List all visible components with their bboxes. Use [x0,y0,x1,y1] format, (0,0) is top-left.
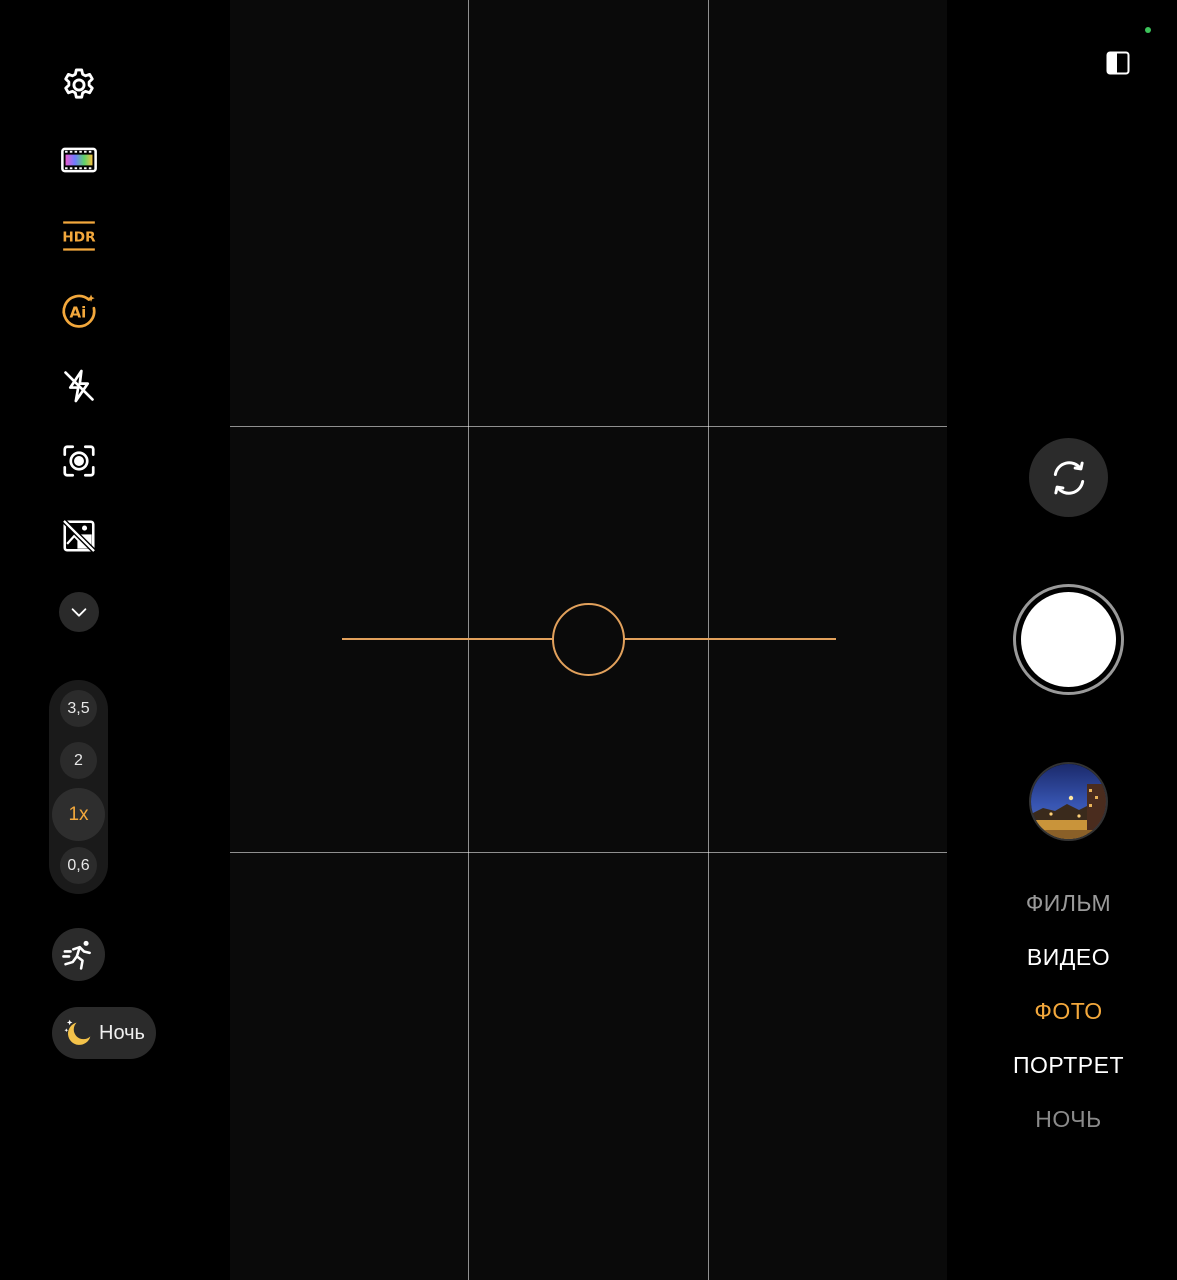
zoom-level-2[interactable]: 2 [60,742,97,779]
mode-portrait[interactable]: ПОРТРЕТ [990,1052,1147,1079]
film-filter-icon[interactable] [54,135,104,185]
level-line-left [342,638,552,640]
mode-film[interactable]: ФИЛЬМ [990,890,1147,917]
running-person-icon[interactable] [52,928,105,981]
shutter-button[interactable] [1013,584,1124,695]
zoom-level-3-5[interactable]: 3,5 [60,690,97,727]
level-line-right [625,638,836,640]
mode-photo[interactable]: ФОТО [990,998,1147,1025]
camera-viewfinder[interactable] [230,0,947,1280]
hdr-label: HDR [62,230,96,246]
split-screen-icon[interactable] [1105,50,1131,76]
ai-scene-icon[interactable]: Ai [54,286,104,336]
hdr-icon[interactable]: HDR [54,211,104,261]
gear-icon[interactable] [54,60,104,110]
grid-line-horizontal [230,852,947,853]
focus-target-icon[interactable] [54,436,104,486]
mode-night[interactable]: НОЧЬ [990,1106,1147,1133]
grid-line-vertical [708,0,709,1280]
zoom-selector: 3,5 2 1x 0,6 [49,680,108,894]
chevron-down-icon[interactable] [59,592,99,632]
zoom-level-1x[interactable]: 1x [52,788,105,841]
grid-line-vertical [468,0,469,1280]
no-sticker-icon[interactable] [54,511,104,561]
grid-line-horizontal [230,426,947,427]
night-mode-chip[interactable]: Ночь [52,1007,156,1059]
shutter-inner [1021,592,1116,687]
gallery-thumbnail[interactable] [1029,762,1108,841]
level-indicator [552,603,625,676]
privacy-indicator [1145,27,1151,33]
flash-off-icon[interactable] [54,361,104,411]
zoom-level-0-6[interactable]: 0,6 [60,847,97,884]
moon-stars-icon [64,1019,91,1045]
camera-flip-icon[interactable] [1029,438,1108,517]
night-chip-label: Ночь [99,1021,145,1044]
mode-video[interactable]: ВИДЕО [990,944,1147,971]
ai-label: Ai [69,304,86,322]
